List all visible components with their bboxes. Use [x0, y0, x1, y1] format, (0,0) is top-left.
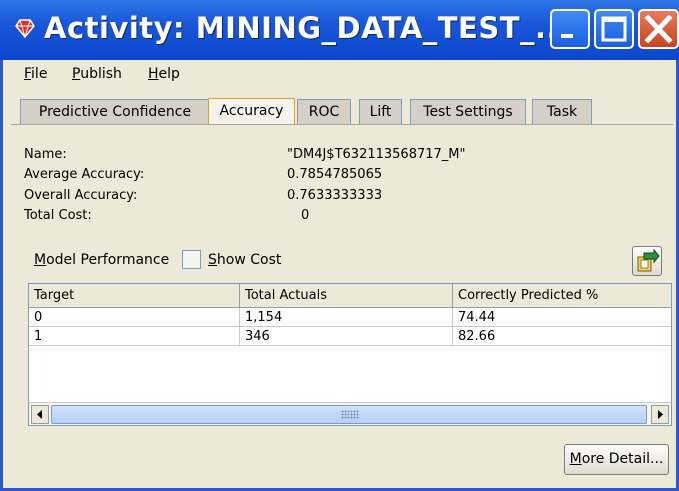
grip-icon — [341, 410, 359, 419]
tab-test-settings[interactable]: Test Settings — [410, 99, 526, 124]
average-accuracy-label: Average Accuracy: — [24, 167, 145, 182]
tab-predictive-confidence[interactable]: Predictive Confidence — [20, 99, 210, 124]
total-cost-label: Total Cost: — [24, 208, 92, 223]
more-detail-rest: ore Detail... — [581, 451, 664, 467]
tab-roc[interactable]: ROC — [297, 99, 351, 124]
average-accuracy-value: 0.7854785065 — [287, 167, 383, 182]
close-button[interactable] — [638, 9, 679, 49]
minimize-icon — [561, 34, 573, 38]
export-icon — [637, 248, 660, 272]
maximize-button[interactable] — [594, 9, 634, 49]
menu-file[interactable]: File — [24, 66, 47, 82]
tab-lift[interactable]: Lift — [359, 99, 402, 124]
overall-accuracy-value: 0.7633333333 — [287, 188, 383, 203]
name-value: "DM4J$T632113568717_M" — [287, 147, 466, 162]
column-header-correctly-predicted[interactable]: Correctly Predicted % — [453, 284, 671, 308]
scroll-thumb[interactable] — [51, 405, 647, 424]
show-cost-checkbox[interactable] — [182, 250, 201, 269]
table-cell[interactable]: 82.66 — [453, 327, 671, 346]
table-cell[interactable]: 74.44 — [453, 308, 671, 327]
tab-task[interactable]: Task — [532, 99, 592, 124]
table-cell[interactable]: 0 — [29, 308, 240, 327]
overall-accuracy-label: Overall Accuracy: — [24, 188, 138, 203]
total-cost-value: 0 — [301, 208, 310, 223]
export-button[interactable] — [632, 246, 662, 276]
scroll-left-button[interactable] — [31, 405, 49, 424]
window-title: Activity: MINING_DATA_TEST_... — [44, 11, 570, 45]
menu-bar: File Publish Help — [3, 60, 676, 89]
menu-publish[interactable]: Publish — [72, 66, 122, 82]
show-cost-label[interactable]: Show Cost — [208, 252, 281, 268]
menu-publish-rest: ublish — [80, 66, 122, 82]
menu-help[interactable]: Help — [148, 66, 180, 82]
table-cell[interactable]: 346 — [240, 327, 453, 346]
activity-window: Activity: MINING_DATA_TEST_... File Publ… — [0, 0, 679, 491]
column-header-total-actuals[interactable]: Total Actuals — [240, 284, 453, 308]
table-cell[interactable]: 1 — [29, 327, 240, 346]
mining-activity-icon — [14, 17, 36, 39]
name-label: Name: — [24, 147, 67, 162]
model-performance-table: Target Total Actuals Correctly Predicted… — [28, 283, 672, 426]
show-cost-rest: how Cost — [216, 252, 282, 268]
minimize-button[interactable] — [550, 9, 590, 49]
model-performance-label: Model Performance — [34, 252, 170, 268]
column-header-target[interactable]: Target — [29, 284, 240, 308]
arrow-left-icon — [37, 410, 42, 419]
title-bar[interactable]: Activity: MINING_DATA_TEST_... — [0, 0, 679, 60]
arrow-right-icon — [658, 410, 663, 419]
menu-help-rest: elp — [158, 66, 180, 82]
table-cell[interactable]: 1,154 — [240, 308, 453, 327]
menu-file-rest: ile — [31, 66, 48, 82]
horizontal-scrollbar[interactable] — [29, 402, 671, 425]
close-icon — [644, 14, 673, 44]
scroll-right-button[interactable] — [651, 405, 669, 424]
more-detail-button[interactable]: More Detail... — [564, 444, 669, 475]
maximize-icon — [601, 16, 627, 42]
model-performance-rest: odel Performance — [46, 252, 170, 268]
tab-accuracy[interactable]: Accuracy — [208, 98, 295, 125]
